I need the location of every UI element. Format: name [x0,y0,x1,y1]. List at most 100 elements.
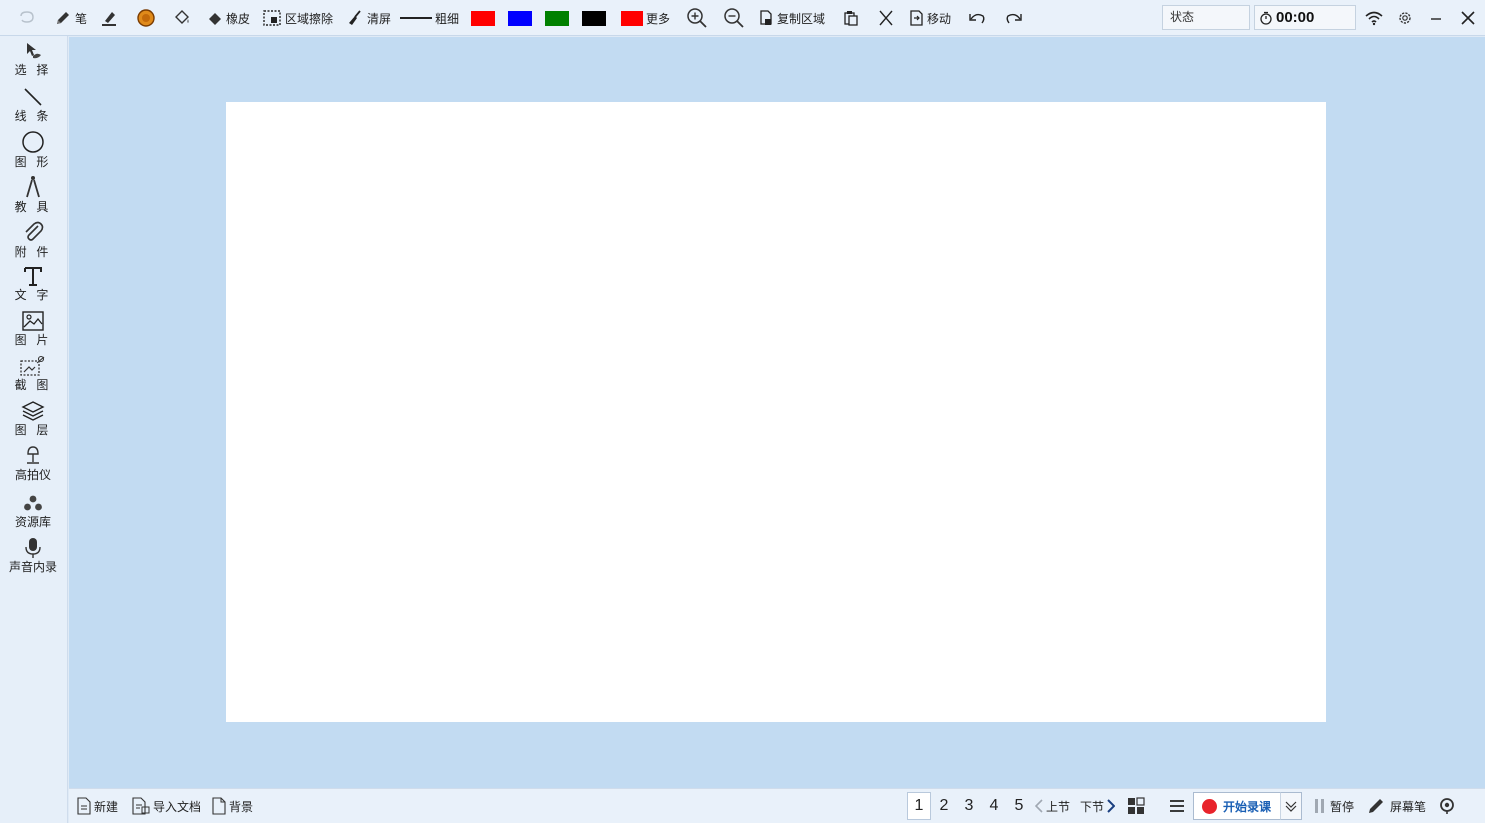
sidebar-item-audio-record[interactable]: 声音内录 [0,537,66,574]
clear-screen-button[interactable]: 清屏 [346,6,391,30]
screen-pen-button[interactable]: 屏幕笔 [1367,796,1426,816]
whiteboard-page[interactable] [226,102,1326,722]
recording-options-dropdown[interactable] [1280,792,1302,820]
sidebar-item-label: 高拍仪 [14,468,51,482]
copy-area-icon [760,10,772,25]
color-swatch-blue[interactable] [508,11,532,26]
pause-button[interactable]: 暂停 [1313,796,1354,816]
background-page-icon [212,797,226,815]
help-button[interactable] [1438,796,1456,816]
more-colors-button[interactable]: 更多 [621,6,670,30]
eraser-icon [209,13,221,25]
highlighter-button[interactable] [100,6,118,30]
background-button[interactable]: 背景 [212,796,253,816]
start-recording-label: 开始录课 [1223,799,1272,814]
cut-button[interactable] [877,6,895,30]
page-overview-button[interactable] [1127,796,1145,816]
bottom-toolbar: 新建 导入文档 背景 1 2 3 4 5 上节 下节 开始录课 暂停 屏幕笔 [69,788,1485,823]
wifi-icon [1365,11,1383,26]
paste-icon [844,11,858,26]
canvas-area[interactable] [69,37,1485,788]
area-erase-button[interactable]: 区域擦除 [262,6,333,30]
sidebar-item-label: 资源库 [14,515,51,529]
hamburger-menu-icon [1170,800,1184,812]
sidebar-item-document-camera[interactable]: 高拍仪 [0,445,66,482]
microphone-icon [25,538,41,558]
sidebar-item-layers[interactable]: 图 层 [0,400,66,437]
sidebar-item-label: 教 具 [14,200,52,214]
sidebar-item-teaching-tools[interactable]: 教 具 [0,175,66,214]
import-document-icon [132,797,150,815]
sidebar-item-label: 线 条 [14,109,52,123]
sidebar-item-screenshot[interactable]: 截 图 [0,355,66,392]
menu-button[interactable] [1168,796,1186,816]
document-camera-icon [27,446,39,464]
close-button[interactable] [1459,6,1477,30]
sidebar-item-label: 图 片 [14,333,52,347]
paste-button[interactable] [842,6,860,30]
zoom-out-button[interactable] [723,6,745,30]
whiteboard-app: 笔 橡皮 区域擦除 清屏 粗细 更多 复制区域 移动 状态 00:00 选 择 … [0,0,1485,823]
thickness-button[interactable]: 粗细 [400,6,459,30]
redo-icon [1006,13,1022,24]
highlighter-icon [102,12,116,26]
sidebar-item-label: 附 件 [14,245,52,259]
thickness-label: 粗细 [435,11,460,26]
page-tab-4[interactable]: 4 [982,792,1006,820]
broom-icon [349,10,361,25]
more-colors-label: 更多 [646,11,671,26]
prev-section-button[interactable]: 上节 [1035,796,1070,816]
undo-button[interactable] [966,6,988,30]
pause-label: 暂停 [1330,799,1355,814]
chevron-left-icon [1035,799,1043,813]
color-swatch-red[interactable] [471,11,495,26]
color-swatch-black[interactable] [582,11,606,26]
lasso-icon [20,11,34,23]
sidebar-item-resources[interactable]: 资源库 [0,494,66,529]
move-button[interactable]: 移动 [908,6,951,30]
pen-button[interactable]: 笔 [54,6,87,30]
line-thickness-icon [400,17,432,19]
import-document-button[interactable]: 导入文档 [132,796,201,816]
next-section-button[interactable]: 下节 [1080,796,1116,816]
left-sidebar: 选 择 线 条 图 形 教 具 附 件 文 字 图 片 截 图 图 层 高拍仪 … [0,36,68,823]
color-swatch-green[interactable] [545,11,569,26]
import-document-label: 导入文档 [153,799,202,814]
minimize-button[interactable] [1428,6,1444,30]
new-page-button[interactable]: 新建 [77,796,118,816]
redo-button[interactable] [1003,6,1025,30]
sidebar-item-label: 声音内录 [8,560,57,574]
text-icon [24,267,42,286]
sidebar-item-shape[interactable]: 图 形 [0,130,66,169]
eraser-button[interactable]: 橡皮 [207,6,250,30]
sidebar-item-label: 图 形 [14,155,52,169]
page-tab-3[interactable]: 3 [957,792,981,820]
gear-icon [1399,12,1411,24]
next-section-label: 下节 [1080,799,1105,814]
settings-button[interactable] [1396,6,1414,30]
pen-color-button[interactable] [136,6,156,30]
sidebar-item-line[interactable]: 线 条 [0,86,66,123]
timer-display: 00:00 [1254,5,1356,30]
zoom-in-button[interactable] [686,6,708,30]
copy-area-label: 复制区域 [777,11,826,26]
sidebar-item-attachment[interactable]: 附 件 [0,220,66,259]
fill-button[interactable] [172,6,192,30]
close-icon [1461,11,1475,25]
page-tab-5[interactable]: 5 [1007,792,1031,820]
page-tab-1[interactable]: 1 [907,792,931,820]
scissors-icon [879,10,893,26]
page-tab-2[interactable]: 2 [932,792,956,820]
lasso-button[interactable] [17,6,37,30]
eraser-label: 橡皮 [226,11,251,26]
sidebar-item-text[interactable]: 文 字 [0,265,66,302]
copy-area-button[interactable]: 复制区域 [758,6,825,30]
network-button[interactable] [1364,6,1384,30]
sidebar-item-image[interactable]: 图 片 [0,310,66,347]
clear-screen-label: 清屏 [367,11,392,26]
chevron-right-icon [1107,799,1116,813]
zoom-out-icon [724,8,744,28]
new-document-icon [77,797,91,815]
sidebar-item-select[interactable]: 选 择 [0,40,66,77]
image-icon [22,311,44,331]
